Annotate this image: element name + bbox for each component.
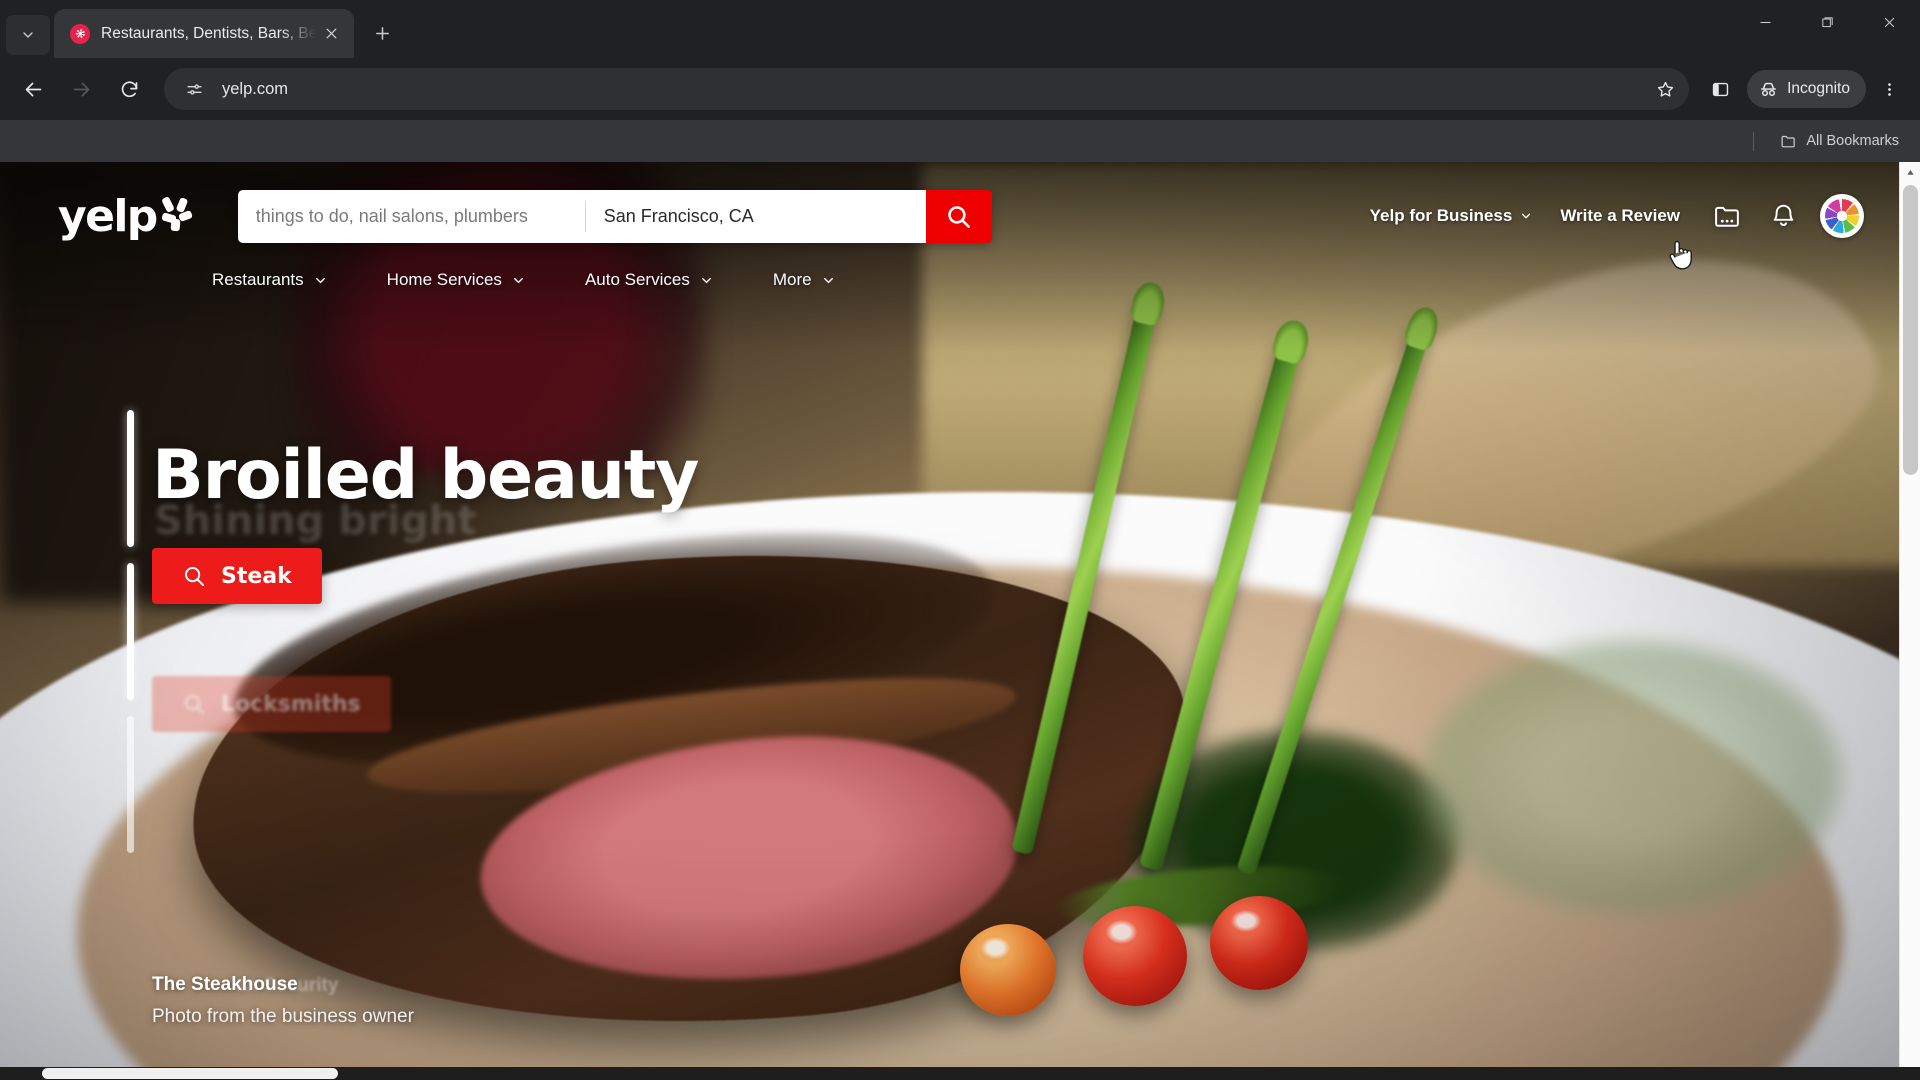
new-tab-button[interactable] — [362, 13, 402, 53]
yelp-logo[interactable]: yelp — [58, 191, 194, 242]
yelp-burst-icon — [160, 195, 194, 231]
plus-icon — [375, 26, 389, 40]
search-near-field[interactable] — [585, 189, 926, 243]
browser-toolbar: Incognito — [0, 58, 1920, 120]
window-close-button[interactable] — [1858, 0, 1920, 45]
browser-menu-button[interactable] — [1869, 67, 1909, 111]
search-submit-button[interactable] — [925, 189, 992, 243]
kebab-menu-icon — [1887, 82, 1891, 96]
carousel-indicator-3[interactable] — [127, 716, 134, 853]
tab-close-button[interactable] — [318, 21, 344, 47]
chevron-down-icon — [701, 277, 711, 283]
search-find-field[interactable] — [237, 189, 586, 243]
reload-button[interactable] — [107, 67, 151, 111]
hero-background-photo — [0, 162, 1920, 1080]
horizontal-scrollbar-thumb[interactable] — [42, 1068, 338, 1079]
back-button[interactable] — [11, 67, 55, 111]
nav-auto-services-label: Auto Services — [584, 270, 690, 289]
scrollbar-thumb[interactable] — [1903, 185, 1918, 475]
collections-button[interactable] — [1704, 193, 1750, 239]
hero-cta-label: Steak — [221, 563, 292, 589]
url-input[interactable] — [222, 79, 1648, 99]
attribution-caption: Photo from the business owner — [152, 1006, 414, 1027]
minimize-icon — [1760, 21, 1770, 24]
nav-home-services-label: Home Services — [386, 270, 502, 289]
nav-more[interactable]: More — [767, 262, 841, 298]
reload-icon — [121, 80, 137, 97]
user-avatar[interactable] — [1820, 194, 1864, 238]
bookmarks-bar: All Bookmarks — [0, 120, 1920, 162]
carousel-indicator-2[interactable] — [127, 563, 134, 700]
search-icon — [185, 567, 204, 587]
browser-tab[interactable]: Restaurants, Dentists, Bars, Bea — [54, 9, 354, 58]
chevron-down-icon — [823, 277, 833, 283]
nav-home-services[interactable]: Home Services — [381, 262, 531, 298]
window-maximize-button[interactable] — [1796, 0, 1858, 45]
folder-icon — [1781, 135, 1796, 147]
horizontal-scrollbar[interactable] — [0, 1067, 1920, 1080]
incognito-label: Incognito — [1787, 80, 1850, 97]
vertical-scrollbar[interactable] — [1899, 162, 1920, 1080]
photo-attribution: The Steakhouse an Security Photo from th… — [152, 974, 414, 1028]
search-icon — [948, 205, 971, 228]
notifications-bell-icon — [1773, 204, 1793, 226]
nav-auto-services[interactable]: Auto Services — [579, 262, 719, 298]
search-find-input[interactable] — [255, 205, 568, 227]
nav-restaurants-label: Restaurants — [212, 270, 304, 289]
window-controls — [1734, 0, 1920, 45]
bookmarks-divider — [1753, 131, 1755, 151]
site-info-button[interactable] — [179, 74, 209, 104]
category-nav: Restaurants Home Services Auto Services — [0, 252, 1920, 298]
arrow-left-icon — [25, 82, 41, 96]
arrow-right-icon — [73, 82, 89, 96]
search-location-input[interactable] — [603, 205, 908, 227]
avatar-burst-icon — [1825, 199, 1859, 233]
incognito-indicator[interactable]: Incognito — [1747, 70, 1866, 108]
side-panel-icon — [1712, 82, 1728, 96]
attribution-business-name[interactable]: The Steakhouse — [152, 974, 298, 995]
all-bookmarks-label: All Bookmarks — [1806, 133, 1899, 149]
all-bookmarks-button[interactable]: All Bookmarks — [1772, 127, 1907, 156]
triangle-up-icon — [1907, 169, 1914, 175]
carousel-indicator-1[interactable] — [127, 410, 134, 547]
forward-button[interactable] — [59, 67, 103, 111]
header-right-nav: Yelp for Business Write a Review — [1356, 193, 1864, 239]
hero-cta-button[interactable]: Steak — [152, 548, 322, 605]
tab-search-button[interactable] — [6, 15, 50, 55]
tab-title: Restaurants, Dentists, Bars, Bea — [101, 24, 318, 42]
nav-more-label: More — [772, 270, 812, 289]
chevron-down-icon — [23, 32, 33, 38]
yelp-logo-text: yelp — [58, 190, 158, 242]
hero-carousel-indicators — [127, 410, 134, 853]
collections-icon — [1714, 206, 1739, 227]
chevron-down-icon — [1522, 213, 1531, 219]
chevron-down-icon — [513, 277, 523, 283]
yelp-search-bar — [237, 189, 992, 243]
window-minimize-button[interactable] — [1734, 0, 1796, 45]
bookmark-button[interactable] — [1647, 71, 1683, 107]
close-icon — [1884, 17, 1894, 28]
yelp-favicon — [70, 23, 90, 44]
side-panel-button[interactable] — [1698, 67, 1742, 111]
address-bar[interactable] — [164, 68, 1690, 110]
scroll-up-button[interactable] — [1900, 162, 1920, 183]
page-viewport: yelp things to do, nail salons, plumbers… — [0, 162, 1920, 1080]
hero-title-ghost: Shining bright — [154, 498, 477, 544]
tune-icon — [186, 83, 202, 95]
close-icon — [326, 28, 336, 39]
yelp-for-business-link[interactable]: Yelp for Business — [1356, 196, 1547, 236]
nav-restaurants[interactable]: Restaurants — [206, 262, 333, 298]
star-icon — [1657, 81, 1673, 97]
browser-window: Restaurants, Dentists, Bars, Bea yelp.co… — [0, 0, 1920, 1080]
incognito-icon — [1761, 82, 1777, 96]
notifications-button[interactable] — [1760, 193, 1806, 239]
yelp-for-business-label: Yelp for Business — [1369, 206, 1513, 225]
chevron-down-icon — [315, 277, 325, 283]
write-a-review-link[interactable]: Write a Review — [1546, 196, 1694, 236]
yelp-site-header: yelp things to do, nail salons, plumbers… — [0, 162, 1920, 298]
hero-content: Broiled beauty Shining bright Steak Lock… — [127, 410, 699, 853]
write-a-review-label: Write a Review — [1560, 206, 1680, 225]
tab-strip: Restaurants, Dentists, Bars, Bea — [0, 0, 1920, 58]
restore-icon — [1821, 17, 1833, 28]
